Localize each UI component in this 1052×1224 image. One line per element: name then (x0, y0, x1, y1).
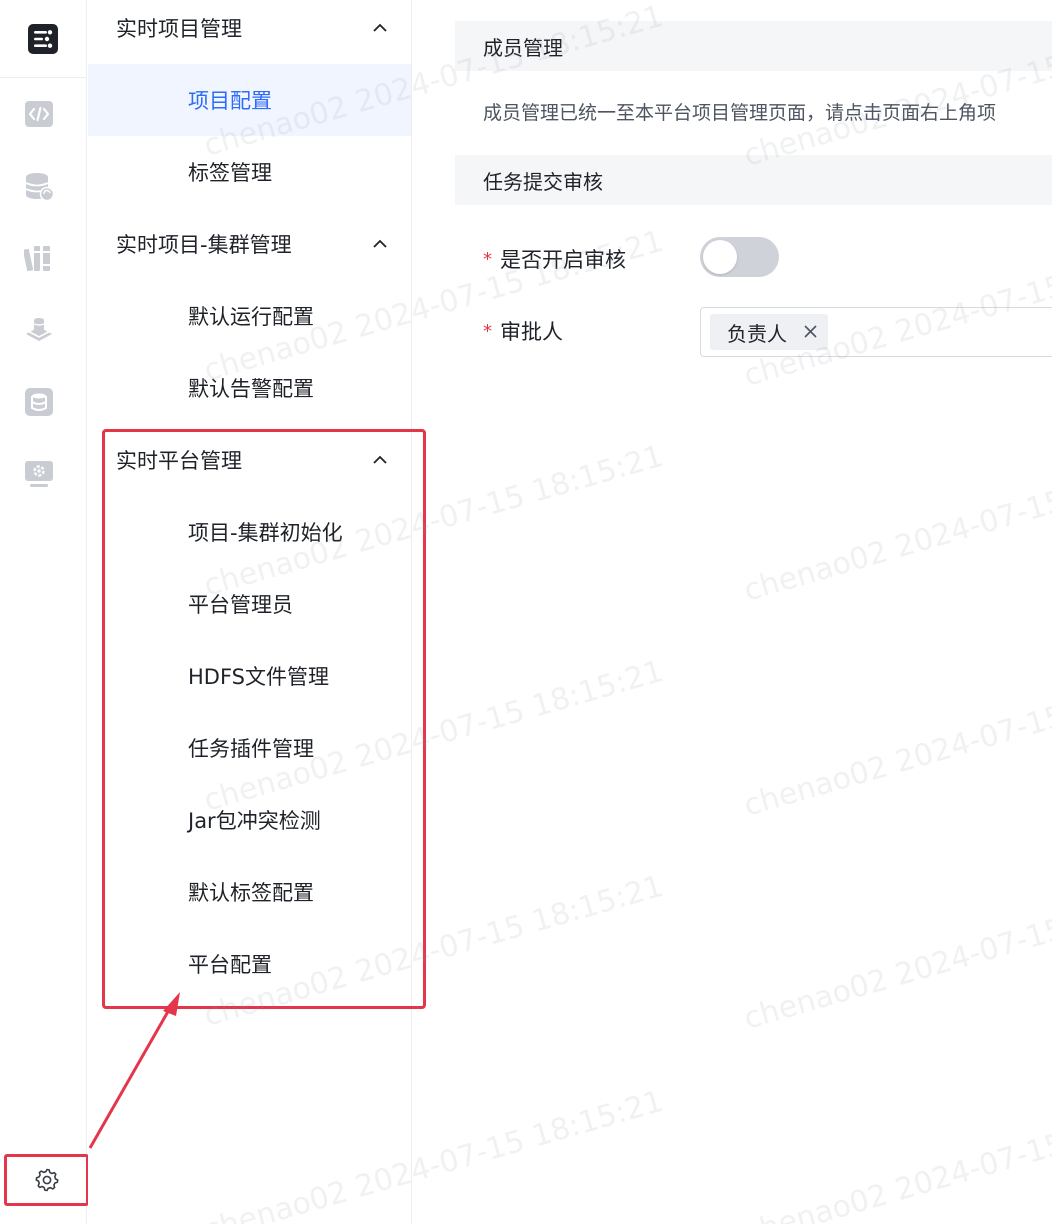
menu-group-platform-management[interactable]: 实时平台管理 (88, 432, 412, 488)
layers-icon[interactable] (24, 315, 54, 345)
app-logo-icon (28, 23, 58, 54)
member-management-notice: 成员管理已统一至本平台项目管理页面，请点击页面右上角项 (483, 102, 997, 124)
icon-rail (0, 0, 89, 1224)
menu-item-label: 平台配置 (188, 953, 272, 977)
menu-item-label: 任务插件管理 (188, 737, 314, 761)
menu-item-default-alert-config[interactable]: 默认告警配置 (88, 352, 411, 424)
menu-item-jar-conflict-check[interactable]: Jar包冲突检测 (88, 784, 411, 856)
menu-item-label: 标签管理 (188, 161, 272, 185)
menu-item-label: 默认标签配置 (188, 881, 314, 905)
field-label: 是否开启审核 (500, 248, 626, 272)
books-icon[interactable] (24, 243, 54, 273)
menu-item-tag-management[interactable]: 标签管理 (88, 136, 411, 208)
enable-review-toggle[interactable] (700, 237, 779, 277)
field-label: 审批人 (500, 320, 563, 344)
gear-icon (35, 1168, 58, 1192)
monitor-settings-icon[interactable] (24, 459, 54, 489)
section-title: 任务提交审核 (483, 169, 603, 194)
approver-label: * 审批人 (483, 316, 563, 346)
menu-item-label: HDFS文件管理 (188, 665, 330, 689)
menu-item-project-config[interactable]: 项目配置 (88, 64, 411, 136)
menu-group-title: 实时平台管理 (116, 449, 242, 473)
storage-icon[interactable] (24, 387, 54, 417)
menu-item-project-cluster-init[interactable]: 项目-集群初始化 (88, 496, 411, 568)
settings-menu: 实时项目管理 项目配置 标签管理 实时项目-集群管理 默认运行配置 默认告警配置… (88, 0, 412, 1224)
settings-button[interactable] (4, 1154, 89, 1206)
menu-item-platform-config[interactable]: 平台配置 (88, 928, 411, 1000)
menu-item-task-plugin-management[interactable]: 任务插件管理 (88, 712, 411, 784)
required-mark: * (483, 320, 492, 342)
approver-tag: 负责人 (710, 314, 828, 350)
menu-group-realtime-project[interactable]: 实时项目管理 (88, 0, 412, 56)
menu-item-label: Jar包冲突检测 (188, 809, 321, 833)
menu-item-label: 项目-集群初始化 (188, 521, 343, 545)
chevron-up-icon (373, 455, 387, 464)
menu-item-label: 默认运行配置 (188, 305, 314, 329)
approver-select[interactable]: 负责人 (700, 307, 1052, 357)
menu-item-default-run-config[interactable]: 默认运行配置 (88, 280, 411, 352)
database-sync-icon[interactable] (24, 171, 54, 201)
toggle-knob (703, 240, 737, 274)
close-icon[interactable] (803, 324, 818, 339)
menu-item-label: 默认告警配置 (188, 377, 314, 401)
menu-item-platform-admin[interactable]: 平台管理员 (88, 568, 411, 640)
tag-label: 负责人 (727, 321, 787, 346)
section-title-member-management: 成员管理 (455, 21, 1052, 71)
menu-item-label: 平台管理员 (188, 593, 293, 617)
menu-group-project-cluster[interactable]: 实时项目-集群管理 (88, 216, 412, 272)
main-content: 成员管理 成员管理已统一至本平台项目管理页面，请点击页面右上角项 任务提交审核 … (412, 0, 1052, 1224)
section-title-task-review: 任务提交审核 (455, 155, 1052, 205)
chevron-up-icon (373, 239, 387, 248)
menu-group-title: 实时项目-集群管理 (116, 233, 292, 257)
enable-review-label: * 是否开启审核 (483, 244, 626, 274)
section-title: 成员管理 (483, 35, 563, 60)
app-logo[interactable] (0, 0, 86, 78)
chevron-up-icon (373, 23, 387, 32)
menu-item-default-tag-config[interactable]: 默认标签配置 (88, 856, 411, 928)
menu-group-title: 实时项目管理 (116, 17, 242, 41)
code-icon[interactable] (24, 99, 54, 129)
menu-item-label: 项目配置 (188, 89, 272, 113)
required-mark: * (483, 248, 492, 270)
menu-item-hdfs-file-management[interactable]: HDFS文件管理 (88, 640, 411, 712)
